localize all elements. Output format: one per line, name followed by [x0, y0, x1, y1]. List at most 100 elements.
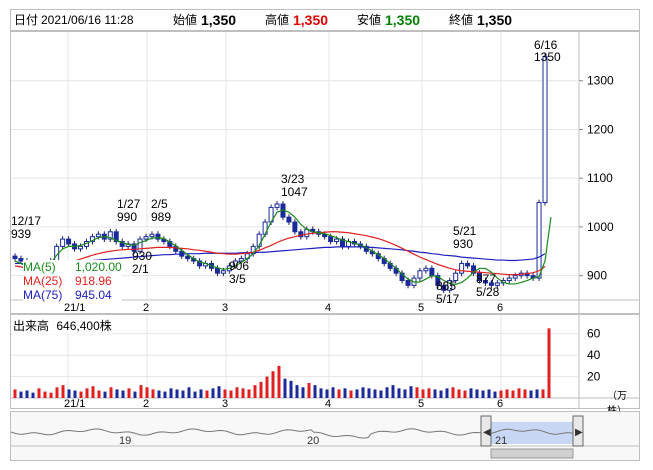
price-header: 日付 2021/06/16 11:28 始値 1,350 高値 1,350 安値… [10, 9, 640, 31]
navigator-left-arrow-icon: ◀ [483, 427, 491, 438]
volume-bar [121, 390, 125, 398]
navigator-right-arrow-icon: ▶ [575, 427, 583, 438]
volume-bar [97, 390, 101, 398]
volume-x-tick-label: 5 [418, 398, 424, 408]
ma25-value: 918.96 [75, 274, 112, 288]
volume-bar [511, 390, 515, 398]
price-tick-label: 1100 [587, 171, 613, 185]
volume-bar [481, 390, 485, 398]
volume-bar [529, 390, 533, 398]
annotation-line-1: 930 [132, 249, 152, 263]
volume-bar [133, 391, 137, 398]
volume-bar [427, 388, 431, 398]
volume-x-tick-label: 21/1 [64, 398, 85, 408]
navigator-scrollbar[interactable] [490, 448, 574, 459]
ma-legend-row-75: MA(75) 945.04 [23, 288, 122, 302]
volume-bar [397, 388, 401, 398]
range-navigator[interactable]: 19 20 21 ◀ ▶ [10, 411, 640, 461]
close-value: 1,350 [477, 12, 513, 28]
candle-body [506, 277, 512, 282]
candle-body [95, 233, 101, 238]
date-label: 日付 [14, 13, 39, 27]
volume-bar [451, 387, 455, 398]
volume-bar [457, 389, 461, 398]
volume-panel: 20406021/123456 出来高 646,400株 （万株） [10, 314, 640, 417]
volume-bar [145, 387, 149, 398]
annotation-line-1: 906 [229, 259, 249, 273]
volume-bar [517, 388, 521, 398]
volume-label: 出来高 [13, 319, 50, 333]
volume-bar [523, 389, 527, 398]
volume-bar [37, 388, 41, 398]
candle-body [459, 262, 465, 274]
volume-bar [445, 388, 449, 398]
volume-bar [355, 389, 359, 398]
volume-bar [259, 381, 263, 398]
annotation-line-1: 5/21 [453, 224, 477, 238]
volume-bar [547, 328, 551, 398]
volume-bar [109, 387, 113, 398]
annotation-line-1: 2/5 [151, 197, 168, 211]
volume-bar [217, 386, 221, 398]
annotation-line-2: 990 [117, 210, 137, 224]
price-tick-label: 1200 [587, 122, 614, 136]
volume-bar [373, 389, 377, 398]
candle-body [512, 275, 518, 279]
volume-legend: 出来高 646,400株 [13, 317, 112, 334]
candle-body [185, 255, 191, 260]
volume-bar [31, 392, 35, 398]
volume-bar [271, 371, 275, 398]
annotation-line-2: 1350 [534, 50, 561, 64]
volume-bar [205, 390, 209, 398]
candle-body [536, 202, 542, 279]
price-x-tick-label: 4 [325, 302, 331, 313]
chart-widget: 日付 2021/06/16 11:28 始値 1,350 高値 1,350 安値… [0, 0, 653, 470]
volume-bar [439, 390, 443, 398]
candle-body [214, 267, 220, 274]
candle-body [328, 236, 334, 243]
candle-body [417, 270, 423, 279]
volume-bar [103, 391, 107, 398]
volume-bar [85, 388, 89, 398]
volume-bar [505, 389, 509, 398]
annotation-line-2: 5/28 [476, 285, 500, 299]
volume-bar [25, 390, 29, 398]
low-value: 1,350 [385, 12, 421, 28]
volume-bar [379, 390, 383, 398]
volume-bar [391, 385, 395, 398]
volume-bar [421, 389, 425, 398]
price-x-tick-label: 21/1 [64, 302, 85, 313]
volume-bar [91, 386, 95, 398]
volume-bar [139, 385, 143, 398]
low-label: 安値 [357, 13, 382, 27]
navigator-label: 20 [307, 435, 319, 447]
annotation-line-1: 865 [436, 279, 456, 293]
annotation-line-1: 3/23 [281, 172, 305, 186]
price-tick-label: 1000 [587, 220, 614, 234]
volume-x-tick-label: 3 [222, 398, 228, 408]
ma75-label: MA(75) [23, 288, 63, 302]
annotation-line-2: 5/17 [436, 292, 460, 306]
volume-bar [409, 386, 413, 398]
volume-bar [229, 390, 233, 398]
navigator-chart: 19 20 21 ◀ ▶ [11, 415, 639, 459]
volume-bar [151, 389, 155, 398]
candle-body [292, 221, 298, 233]
volume-tick-label: 60 [587, 327, 601, 341]
open-label: 始値 [173, 13, 198, 27]
candle-body [149, 233, 155, 238]
volume-bar [331, 387, 335, 398]
volume-bar [415, 387, 419, 398]
candle-body [542, 55, 548, 204]
annotation-line-1: 12/17 [11, 214, 41, 228]
volume-bar [307, 383, 311, 398]
candle-body [274, 203, 280, 208]
price-tick-label: 1300 [587, 74, 614, 88]
volume-bar [475, 389, 479, 398]
volume-value: 646,400株 [56, 319, 112, 333]
volume-bar [163, 391, 167, 398]
close-label: 終値 [449, 13, 474, 27]
volume-bar [469, 388, 473, 398]
ma-legend-row-5: MA(5) 1,020.00 [23, 260, 122, 274]
volume-bar [289, 380, 293, 398]
